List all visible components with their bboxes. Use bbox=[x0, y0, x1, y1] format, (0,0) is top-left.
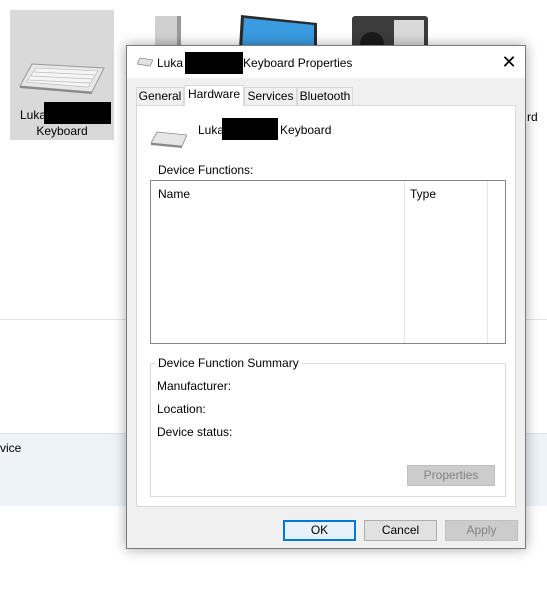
cancel-button[interactable]: Cancel bbox=[364, 520, 437, 541]
ok-button[interactable]: OK bbox=[283, 520, 356, 541]
properties-dialog: Luka Keyboard Properties ✕ General Hardwa… bbox=[126, 45, 526, 549]
device-functions-list[interactable]: Name Type bbox=[150, 180, 506, 344]
keyboard-icon bbox=[151, 131, 187, 148]
redacted-block bbox=[44, 102, 111, 124]
hardware-panel: Luka Keyboard Device Functions: Name Type… bbox=[136, 105, 516, 507]
device-name-prefix: Luka bbox=[20, 108, 47, 122]
close-icon: ✕ bbox=[501, 52, 517, 72]
location-label: Location: bbox=[157, 402, 206, 416]
keyboard-icon bbox=[137, 57, 153, 67]
apply-button[interactable]: Apply bbox=[445, 520, 518, 541]
tab-services[interactable]: Services bbox=[244, 87, 297, 105]
redacted-block bbox=[222, 118, 278, 140]
details-text: vice bbox=[0, 441, 22, 455]
partial-device-label: rd bbox=[527, 110, 538, 124]
monitor-icon bbox=[239, 15, 317, 49]
device-name-suffix: Keyboard bbox=[36, 124, 88, 138]
close-button[interactable]: ✕ bbox=[495, 48, 523, 76]
summary-title: Device Function Summary bbox=[155, 356, 302, 370]
tab-hardware[interactable]: Hardware bbox=[184, 85, 244, 106]
column-header-name[interactable]: Name bbox=[158, 187, 190, 201]
column-separator bbox=[404, 181, 405, 343]
device-functions-label: Device Functions: bbox=[158, 163, 254, 177]
properties-button[interactable]: Properties bbox=[407, 465, 495, 486]
column-separator bbox=[487, 181, 488, 343]
device-function-summary: Device Function Summary Manufacturer: Lo… bbox=[150, 356, 506, 497]
column-header-type[interactable]: Type bbox=[410, 187, 436, 201]
device-status-label: Device status: bbox=[157, 425, 233, 439]
tab-bluetooth[interactable]: Bluetooth bbox=[297, 87, 353, 105]
keyboard-icon bbox=[19, 63, 105, 94]
redacted-block bbox=[185, 52, 243, 74]
tab-general[interactable]: General bbox=[136, 87, 184, 105]
manufacturer-label: Manufacturer: bbox=[157, 379, 232, 393]
title-bar[interactable]: Luka Keyboard Properties ✕ bbox=[127, 46, 525, 78]
